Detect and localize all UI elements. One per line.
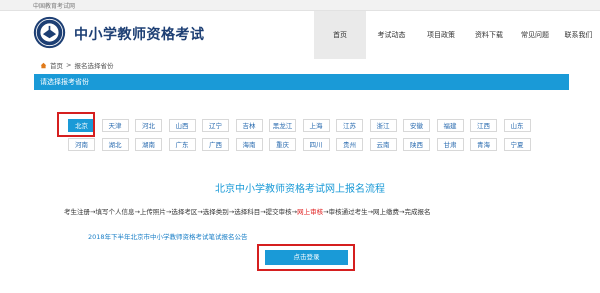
process-steps-before: 考生注册→填写个人信息→上传照片→选择考区→选择类别→选择科目→提交审核→ [64, 208, 298, 216]
nav-home[interactable]: 首页 [314, 11, 366, 59]
province-button[interactable]: 江苏 [336, 119, 363, 132]
selected-province-highlight [57, 112, 95, 137]
process-steps-review: 网上审核 [297, 208, 324, 216]
process-title: 北京中小学教师资格考试网上报名流程 [215, 184, 385, 195]
province-button[interactable]: 贵州 [336, 138, 363, 151]
breadcrumb-separator: > [66, 61, 72, 69]
province-button[interactable]: 天津 [101, 119, 129, 132]
logo-icon [33, 16, 66, 49]
province-button[interactable]: 广东 [168, 138, 196, 151]
nav-policy[interactable]: 项目政策 [417, 11, 465, 59]
province-button[interactable]: 湖北 [101, 138, 129, 151]
home-icon [40, 62, 47, 68]
top-bar: 中国教育考试网 [0, 0, 600, 11]
province-button[interactable]: 安徽 [403, 119, 430, 132]
province-button[interactable]: 河北 [135, 119, 162, 132]
province-button[interactable]: 山东 [503, 119, 531, 132]
breadcrumb-home[interactable]: 首页 [50, 60, 63, 70]
breadcrumb: 首页 > 报名选择省份 [40, 60, 113, 70]
province-button[interactable]: 云南 [369, 138, 397, 151]
notice-link[interactable]: 2018年下半年北京市中小学教师资格考试笔试报名公告 [88, 231, 248, 241]
login-button[interactable]: 点击登录 [265, 250, 348, 265]
nav-contact[interactable]: 联系我们 [557, 11, 600, 59]
nav-downloads[interactable]: 资料下载 [465, 11, 513, 59]
province-button[interactable]: 青海 [470, 138, 497, 151]
province-button[interactable]: 福建 [436, 119, 464, 132]
main-nav: 首页 考试动态 项目政策 资料下载 常见问题 联系我们 [314, 11, 600, 59]
province-button[interactable]: 河南 [68, 138, 95, 151]
nav-faq[interactable]: 常见问题 [513, 11, 557, 59]
site-title: 中小学教师资格考试 [74, 27, 205, 43]
process-steps: 考生注册→填写个人信息→上传照片→选择考区→选择类别→选择科目→提交审核→网上审… [64, 206, 430, 216]
section-title: 请选择报考省份 [40, 78, 89, 86]
process-steps-after: →审核通过考生→网上缴费→完成报名 [323, 208, 431, 216]
province-button[interactable]: 上海 [302, 119, 330, 132]
province-button[interactable]: 山西 [168, 119, 196, 132]
province-button[interactable]: 吉林 [235, 119, 263, 132]
top-bar-text: 中国教育考试网 [33, 3, 76, 10]
province-button[interactable]: 黑龙江 [269, 119, 296, 132]
province-button[interactable]: 陕西 [403, 138, 430, 151]
province-button[interactable]: 湖南 [135, 138, 162, 151]
province-button[interactable]: 重庆 [269, 138, 296, 151]
province-button[interactable]: 海南 [235, 138, 263, 151]
province-button[interactable]: 四川 [302, 138, 330, 151]
section-header: 请选择报考省份 [34, 74, 569, 90]
province-button[interactable]: 广西 [202, 138, 229, 151]
province-button[interactable]: 江西 [470, 119, 497, 132]
breadcrumb-current: 报名选择省份 [74, 62, 114, 70]
province-button[interactable]: 浙江 [369, 119, 397, 132]
province-button[interactable]: 甘肃 [436, 138, 464, 151]
province-button[interactable]: 宁夏 [503, 138, 531, 151]
nav-exam-news[interactable]: 考试动态 [366, 11, 417, 59]
province-button[interactable]: 辽宁 [202, 119, 229, 132]
